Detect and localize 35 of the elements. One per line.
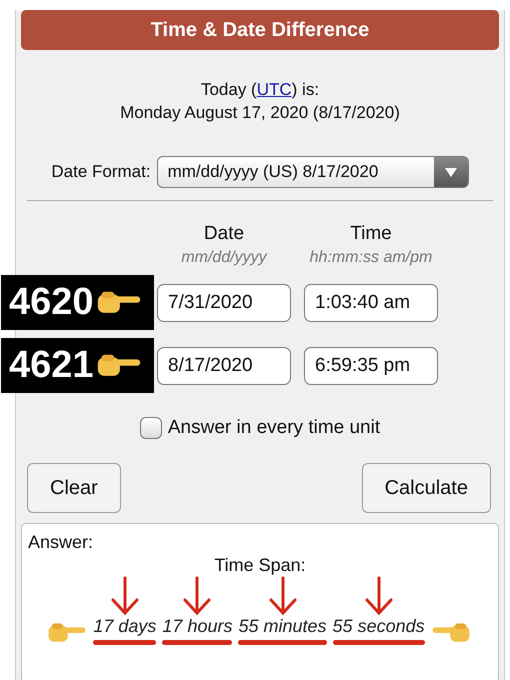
time-input[interactable]: 6:59:35 pm [304,346,438,384]
date-input[interactable]: 7/31/2020 [157,284,291,322]
time-span-label: Time Span: [213,555,307,576]
down-arrow-icon [268,576,298,616]
number-label: 4620 [1,275,154,330]
format-hint: mm/dd/yyyy [180,249,268,267]
calculate-button[interactable]: Calculate [362,463,491,513]
time-input[interactable]: 1:03:40 am [304,284,438,322]
time-span-value: 55 minutes [238,616,327,637]
caret-icon [444,168,457,176]
down-arrow-icon [110,576,140,616]
date-format-select[interactable]: mm/dd/yyyy (US) 8/17/2020 [156,156,469,188]
format-hint: hh:mm:ss am/pm [308,249,434,267]
column-heading: Time [349,223,393,245]
down-arrow-icon [182,576,212,616]
answer-checkbox[interactable] [140,417,162,439]
utc-link[interactable]: UTC [256,80,292,99]
pointing-hand-icon [430,621,471,645]
page-title: Time & Date Difference [21,10,499,50]
time-span-value: 55 seconds [332,616,425,637]
pointing-hand-icon [47,621,88,645]
date-input[interactable]: 8/17/2020 [157,346,291,384]
checkbox-label: Answer in every time unit [168,417,380,439]
answer-label: Answer: [28,532,94,553]
underline-mark [162,640,232,645]
date-format-label: Date Format: [51,162,151,182]
today-date: Monday August 17, 2020 (8/17/2020) [120,102,400,124]
time-span-value: 17 days [93,616,156,637]
clear-button[interactable]: Clear [27,463,121,513]
down-arrow-icon [364,576,394,616]
column-heading: Date [202,223,246,245]
time-span-value: 17 hours [162,616,232,637]
underline-mark [93,640,156,645]
number-label: 4621 [1,338,154,393]
today-text: Today (UTC) is: [200,79,320,101]
